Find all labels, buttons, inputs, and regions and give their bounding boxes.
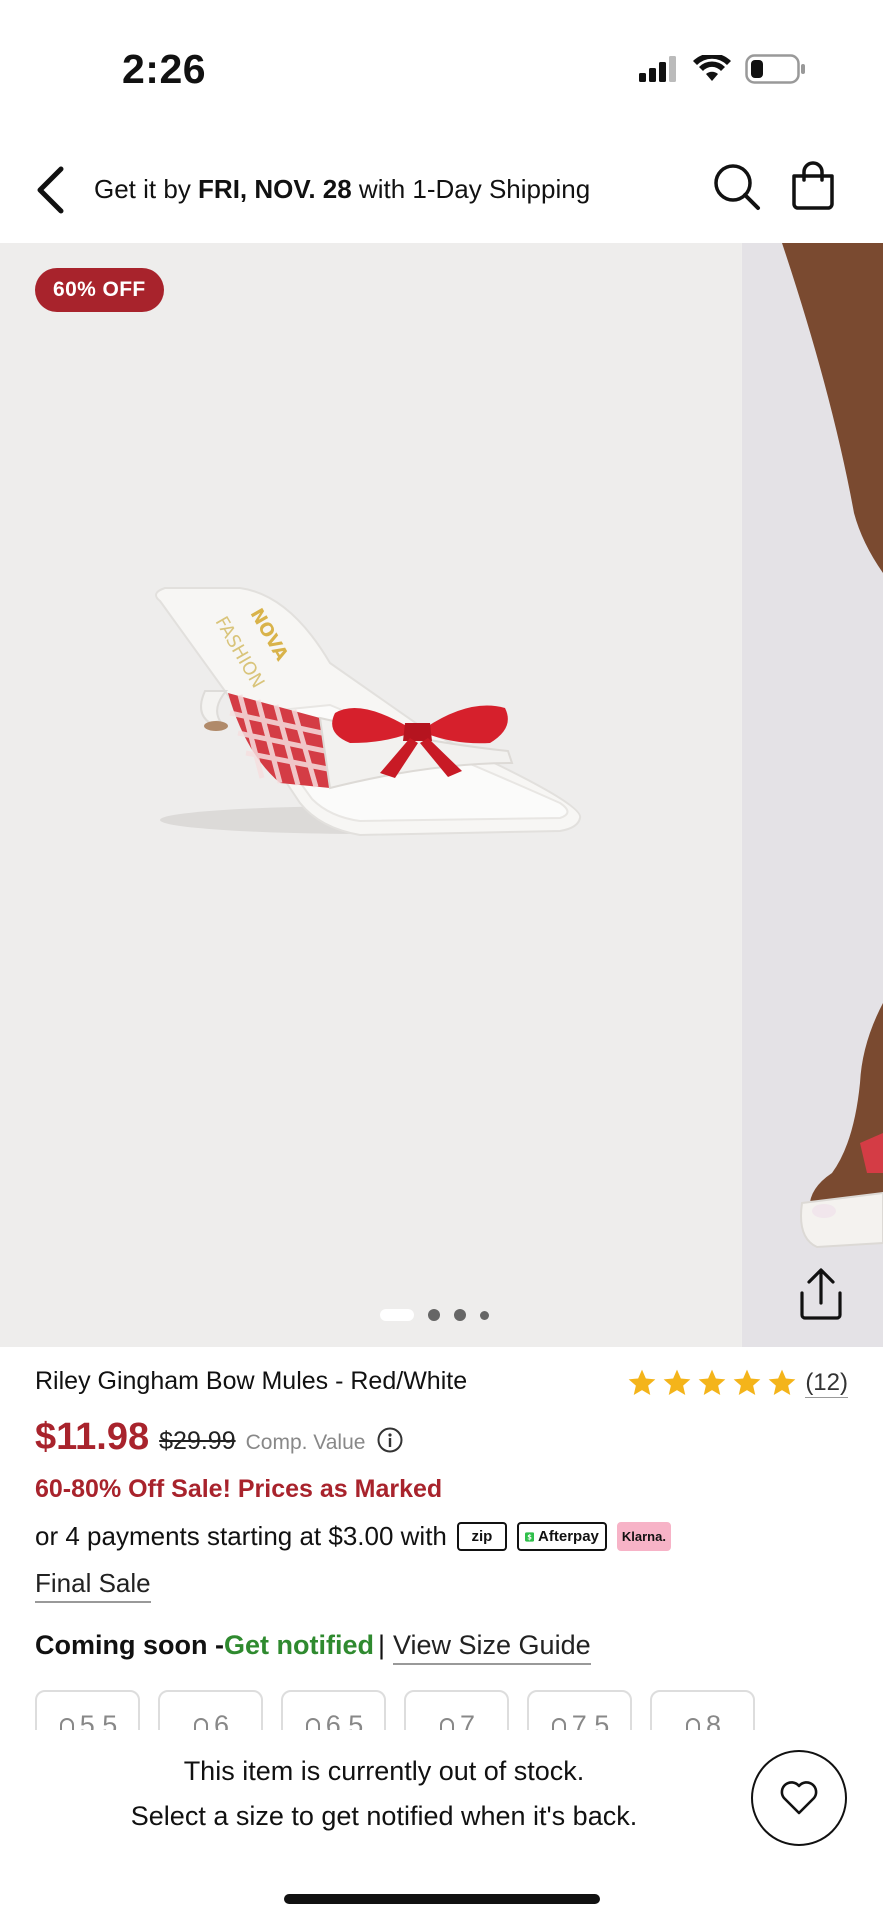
afterpay-logo-icon: $ [524, 1531, 535, 1542]
product-rating[interactable]: (12) [626, 1367, 848, 1399]
payments-text: or 4 payments starting at $3.00 with [35, 1521, 447, 1551]
gallery-pagination[interactable] [380, 1309, 489, 1321]
pagination-dot[interactable] [454, 1309, 466, 1321]
info-icon[interactable] [377, 1427, 403, 1453]
status-icons [639, 54, 807, 84]
klarna-label: Klarna. [621, 1529, 666, 1544]
star-icon [663, 1369, 691, 1395]
product-photo-model [782, 243, 883, 1249]
installment-payments: or 4 payments starting at $3.00 with zip… [35, 1521, 671, 1552]
pagination-dot[interactable] [480, 1310, 489, 1320]
cellular-signal-icon [639, 56, 676, 82]
product-photo-shoe: FASHION NOVA [155, 587, 582, 837]
price-row: $11.98 $29.99 Comp. Value [35, 1416, 403, 1459]
shopping-bag-icon [792, 161, 834, 210]
pagination-dot-active[interactable] [380, 1309, 414, 1321]
search-button[interactable] [712, 162, 762, 212]
original-price: $29.99 [159, 1427, 236, 1455]
bottom-action-bar: This item is currently out of stock. Sel… [0, 1730, 883, 1920]
size-guide-link[interactable]: View Size Guide [393, 1630, 591, 1665]
star-icon [768, 1369, 796, 1395]
shipping-prefix: Get it by [94, 174, 199, 204]
svg-text:$: $ [527, 1533, 532, 1541]
shipping-date: FRI, NOV. 28 [198, 174, 352, 204]
klarna-badge[interactable]: Klarna. [616, 1522, 671, 1551]
notify-instruction: Select a size to get notified when it's … [130, 1801, 638, 1831]
battery-icon [745, 54, 805, 84]
shipping-estimate: Get it by FRI, NOV. 28 with 1-Day Shippi… [94, 174, 590, 205]
product-image-gallery[interactable]: FASHION NOVA 60% OFF [0, 243, 883, 1347]
share-icon [800, 1268, 842, 1320]
back-chevron-icon [37, 166, 64, 214]
wifi-icon [693, 55, 731, 81]
availability-row: Coming soon - Get notified | View Size G… [35, 1630, 591, 1665]
separator: | [377, 1630, 385, 1660]
afterpay-label: Afterpay [538, 1528, 599, 1545]
review-count-link[interactable]: (12) [805, 1369, 848, 1398]
pagination-dot[interactable] [428, 1309, 440, 1321]
search-icon [714, 164, 760, 210]
out-of-stock-message: This item is currently out of stock. [183, 1756, 585, 1786]
discount-badge: 60% OFF [35, 268, 164, 312]
star-icon [628, 1369, 656, 1395]
zip-badge[interactable]: zip [456, 1522, 507, 1551]
sale-price: $11.98 [35, 1416, 150, 1458]
product-name: Riley Gingham Bow Mules - Red/White [35, 1367, 468, 1395]
afterpay-badge[interactable]: $ Afterpay [516, 1522, 607, 1551]
shipping-suffix: with 1-Day Shipping [351, 174, 591, 204]
product-title-row: Riley Gingham Bow Mules - Red/White (12) [35, 1367, 848, 1403]
shopping-bag-button[interactable] [790, 160, 840, 212]
star-icon [733, 1369, 761, 1395]
final-sale-link[interactable]: Final Sale [35, 1568, 151, 1603]
star-icon [698, 1369, 726, 1395]
wishlist-button[interactable] [751, 1750, 847, 1846]
gallery-slide-next[interactable] [742, 243, 883, 1347]
status-bar: 2:26 [0, 0, 883, 140]
get-notified-link[interactable]: Get notified [224, 1630, 374, 1661]
home-indicator[interactable] [284, 1894, 600, 1904]
share-button[interactable] [796, 1267, 846, 1321]
zip-label: zip [471, 1528, 493, 1545]
comp-value-label: Comp. Value [245, 1431, 366, 1454]
gallery-slide-main[interactable]: FASHION NOVA 60% OFF [0, 243, 741, 1347]
back-button[interactable] [30, 164, 70, 216]
status-time: 2:26 [122, 46, 207, 92]
coming-soon-label: Coming soon - [35, 1630, 224, 1660]
heart-icon [780, 1781, 818, 1815]
header: Get it by FRI, NOV. 28 with 1-Day Shippi… [0, 140, 883, 243]
promo-text: 60-80% Off Sale! Prices as Marked [35, 1475, 443, 1503]
